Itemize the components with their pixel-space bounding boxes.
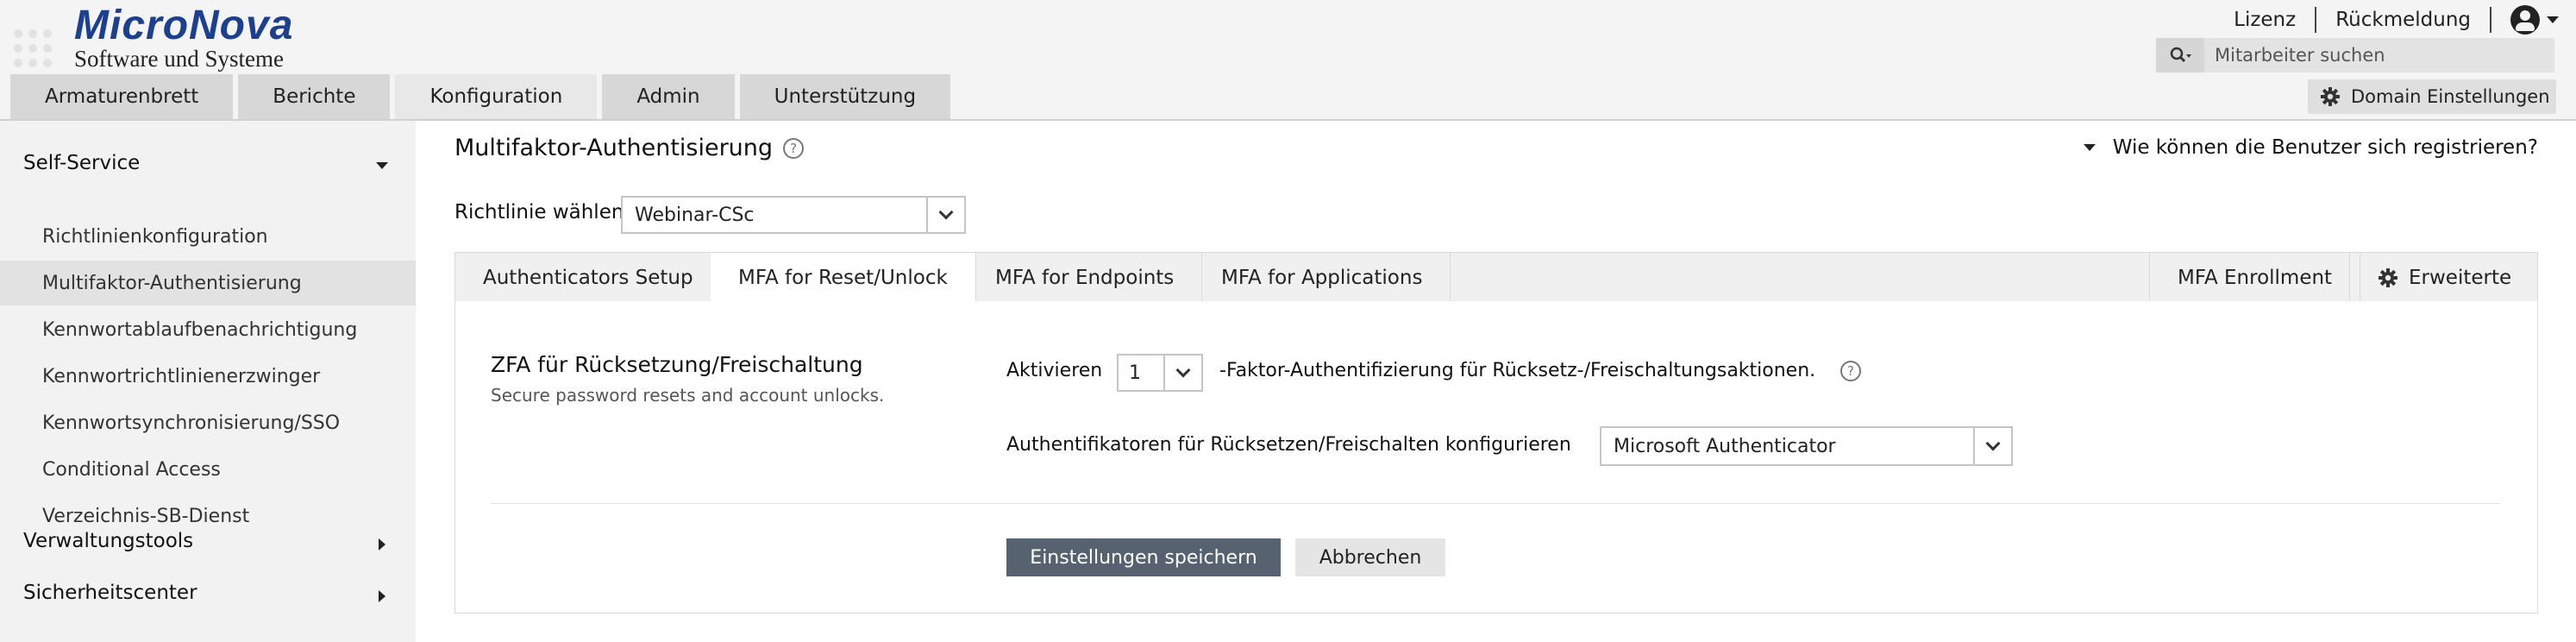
chevron-down-icon[interactable] [376,162,388,169]
enable-label: Aktivieren [1006,360,1103,381]
policy-select[interactable]: Webinar-CSc [621,196,966,234]
page-title: Multifaktor-Authentisierung ? [454,135,805,161]
tab-advanced-label: Erweiterte [2409,266,2512,289]
sidebar-item-mfa[interactable]: Multifaktor-Authentisierung [0,261,416,305]
nav-tab-configuration[interactable]: Konfiguration [395,74,598,119]
chevron-down-icon[interactable] [2547,16,2559,23]
brand-logo[interactable]: MicroNova Software und Systeme [74,3,294,72]
sidebar-item-policy-config[interactable]: Richtlinienkonfiguration [0,214,416,259]
chevron-down-icon[interactable] [1973,428,2011,464]
factor-suffix-text: -Faktor-Authentifizierung für Rücksetz-/… [1219,360,1816,381]
sidebar-item-password-expiry[interactable]: Kennwortablaufbenachrichtigung [0,307,416,352]
divider [2490,7,2491,33]
app-grid-icon[interactable] [14,29,52,67]
gear-icon [2379,268,2397,287]
tab-advanced[interactable]: Erweiterte [2349,253,2539,302]
settings-panel [454,301,2538,614]
sidebar-section-admin-tools[interactable]: Verwaltungstools [23,530,193,552]
search-input[interactable] [2204,44,2549,66]
chevron-down-icon[interactable] [1163,356,1201,390]
mfa-tabs: Authenticators Setup MFA for Reset/Unloc… [454,252,2539,303]
gear-icon [2321,87,2340,106]
nav-tab-support[interactable]: Unterstützung [739,74,951,119]
policy-label: Richtlinie wählen [454,201,624,223]
domain-settings-label: Domain Einstellungen [2351,86,2550,107]
register-help-link[interactable]: Wie können die Benutzer sich registriere… [2083,136,2538,159]
sidebar: Self-Service Richtlinienkonfiguration Mu… [0,121,416,642]
tab-mfa-applications[interactable]: MFA for Applications [1194,253,1451,302]
factor-count-select[interactable]: 1 [1117,354,1203,392]
chevron-right-icon[interactable] [379,538,385,551]
search-icon[interactable] [2156,38,2204,72]
brand-tagline: Software und Systeme [74,46,284,72]
nav-tab-dashboard[interactable]: Armaturenbrett [10,74,234,119]
factor-count-value: 1 [1129,362,1141,384]
save-settings-button[interactable]: Einstellungen speichern [1006,538,1281,576]
sidebar-section-security-center[interactable]: Sicherheitscenter [23,582,197,604]
cancel-button[interactable]: Abbrechen [1295,538,1445,576]
sidebar-item-conditional-access[interactable]: Conditional Access [0,447,416,492]
tab-authenticators-setup[interactable]: Authenticators Setup [455,253,722,302]
tab-mfa-enrollment[interactable]: MFA Enrollment [2149,253,2361,302]
main-nav: Armaturenbrett Berichte Konfiguration Ad… [10,74,951,119]
register-help-text: Wie können die Benutzer sich registriere… [2112,136,2538,159]
user-avatar-icon[interactable] [2510,5,2540,35]
chevron-right-icon[interactable] [379,590,385,602]
brand-name: MicroNova [74,3,294,48]
authenticators-label: Authentifikatoren für Rücksetzen/Freisch… [1006,434,1571,456]
sidebar-item-password-policy[interactable]: Kennwortrichtlinienerzwinger [0,354,416,399]
tab-mfa-reset-unlock[interactable]: MFA for Reset/Unlock [711,253,976,303]
tab-mfa-endpoints[interactable]: MFA for Endpoints [968,253,1203,302]
license-link[interactable]: Lizenz [2234,9,2296,31]
caret-down-icon [2083,144,2096,151]
nav-tab-reports[interactable]: Berichte [238,74,391,119]
chevron-down-icon[interactable] [926,198,964,232]
help-icon[interactable]: ? [1840,361,1861,381]
section-title: ZFA für Rücksetzung/Freischaltung [491,352,863,377]
top-links: Lizenz Rückmeldung [2234,2,2559,38]
page-title-text: Multifaktor-Authentisierung [454,135,774,161]
app-header: MicroNova Software und Systeme Lizenz Rü… [0,0,2576,119]
feedback-link[interactable]: Rückmeldung [2335,9,2471,31]
policy-select-value: Webinar-CSc [635,204,755,226]
authenticator-select-value: Microsoft Authenticator [1614,435,1836,457]
nav-tab-admin[interactable]: Admin [602,74,735,119]
sidebar-item-password-sync[interactable]: Kennwortsynchronisierung/SSO [0,400,416,445]
employee-search [2156,38,2554,72]
sidebar-section-self-service[interactable]: Self-Service [23,152,140,174]
section-description: Secure password resets and account unloc… [491,385,885,406]
help-icon[interactable]: ? [783,137,805,159]
divider [2315,7,2317,33]
domain-settings-button[interactable]: Domain Einstellungen [2308,79,2556,114]
authenticator-select[interactable]: Microsoft Authenticator [1600,426,2013,466]
section-divider [491,503,2500,504]
